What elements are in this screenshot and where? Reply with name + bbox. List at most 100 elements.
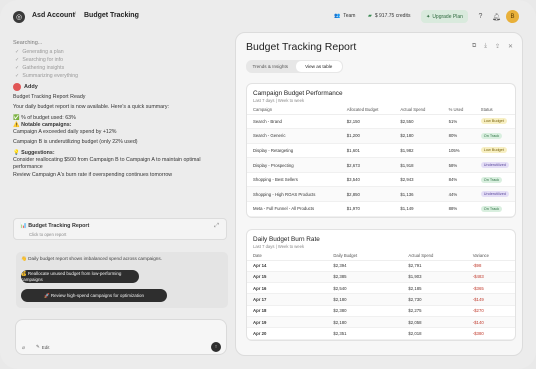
message-composer[interactable]: ⌀ ✎ Edit ↑ bbox=[15, 319, 227, 355]
copy-icon[interactable]: ⧉ bbox=[472, 43, 476, 50]
table-cell: Apr 18 bbox=[247, 305, 328, 317]
campaign-budget-card: Campaign Budget Performance Last 7 days … bbox=[246, 83, 516, 218]
table-cell: $3,540 bbox=[340, 172, 395, 188]
tab-table[interactable]: View as table bbox=[295, 61, 342, 72]
report-card-title: 📊 Budget Tracking Report bbox=[20, 223, 90, 229]
table-cell: $2,540 bbox=[327, 282, 403, 295]
table-cell: -$380 bbox=[466, 327, 515, 340]
table-row[interactable]: Apr 17 $2,180 $2,730 -$149 bbox=[247, 293, 515, 306]
table-row[interactable]: Meta - Full Funnel - All Products $1,970 $… bbox=[247, 201, 515, 217]
workspace-logo-icon[interactable]: ◎ bbox=[13, 11, 25, 23]
table-row[interactable]: Apr 19 $2,180 $2,058 -$140 bbox=[247, 316, 515, 329]
table-cell: $2,351 bbox=[327, 327, 403, 340]
edit-button[interactable]: ✎ Edit bbox=[36, 344, 50, 350]
table-cell: $1,982 bbox=[394, 143, 443, 159]
edit-label: Edit bbox=[41, 344, 50, 350]
column-header[interactable]: Actual Spend bbox=[394, 106, 443, 115]
table-row[interactable]: Apr 16 $2,540 $2,185 -$365 bbox=[247, 282, 515, 295]
status-cell: Low Budget bbox=[474, 143, 515, 159]
column-header[interactable]: Allocated Budget bbox=[340, 106, 395, 115]
table-cell: $2,385 bbox=[327, 271, 403, 284]
credits-label: $ 917.75 credits bbox=[374, 13, 411, 19]
check-icon: ✓ bbox=[15, 49, 20, 55]
top-bar: ◎ Asd Account / Budget Tracking ⌄ 👥 Team… bbox=[0, 0, 536, 34]
table-cell: $2,380 bbox=[327, 305, 403, 317]
table-cell: 58% bbox=[442, 157, 475, 173]
account-name[interactable]: Asd Account bbox=[32, 12, 75, 19]
credits-display[interactable]: ▰ $ 917.75 credits bbox=[368, 13, 410, 19]
tab-trends[interactable]: Trends & Insights bbox=[247, 61, 294, 72]
close-icon[interactable]: ✕ bbox=[508, 43, 513, 50]
status-badge: Underutilized bbox=[480, 191, 509, 198]
status-cell: On Track bbox=[474, 172, 515, 188]
table-row[interactable]: Display - Prospecting $2,673 $1,918 58% Unde… bbox=[247, 157, 515, 173]
table-row[interactable]: Shopping - Best Sellers $3,540 $2,943 84% On… bbox=[247, 172, 515, 188]
table-cell: $2,180 bbox=[394, 128, 443, 144]
send-button[interactable]: ↑ bbox=[211, 342, 221, 352]
table-cell: Apr 17 bbox=[247, 293, 328, 306]
table-cell: $2,018 bbox=[402, 327, 467, 340]
suggestion-button[interactable]: 🚀 Review high-spend campaigns for optimi… bbox=[21, 289, 167, 302]
table-row[interactable]: Apr 15 $2,385 $1,903 -$483 bbox=[247, 271, 515, 284]
table-cell: 88% bbox=[442, 201, 475, 217]
table-cell: 44% bbox=[442, 186, 475, 203]
bell-icon[interactable]: 🔔︎ bbox=[492, 12, 501, 21]
column-header[interactable]: Daily Budget bbox=[327, 252, 403, 261]
column-header[interactable]: Campaign bbox=[247, 106, 341, 115]
team-button[interactable]: 👥 Team bbox=[334, 13, 355, 19]
table-cell: $1,970 bbox=[340, 201, 395, 217]
message-line: Consider reallocating $500 from Campaign… bbox=[13, 157, 201, 171]
status-cell: On Track bbox=[474, 128, 515, 144]
table-cell: -$140 bbox=[466, 316, 515, 329]
column-header[interactable]: Status bbox=[474, 106, 515, 115]
table-cell: $1,200 bbox=[340, 128, 395, 144]
status-item: ✓ Gathering insights bbox=[15, 65, 228, 71]
table-cell: Apr 20 bbox=[247, 327, 328, 340]
upgrade-plan-button[interactable]: ✦ Upgrade Plan bbox=[421, 10, 468, 23]
table-cell: -$365 bbox=[466, 282, 515, 295]
status-badge: Underutilized bbox=[480, 162, 509, 169]
table-row[interactable]: Search - Generic $1,200 $2,180 80% On Track bbox=[247, 128, 515, 144]
table-row[interactable]: Apr 18 $2,380 $2,275 -$270 bbox=[247, 305, 515, 317]
download-icon[interactable]: ⤓ bbox=[484, 43, 487, 50]
table-cell: $1,903 bbox=[402, 271, 467, 284]
suggestion-button[interactable]: 💰 Reallocate unused budget from low-perf… bbox=[21, 270, 139, 283]
credits-icon: ▰ bbox=[368, 13, 372, 19]
help-icon[interactable]: ? bbox=[476, 12, 485, 21]
message-line: Budget Tracking Report Ready bbox=[13, 94, 86, 100]
column-header[interactable]: Actual Spend bbox=[402, 252, 467, 261]
status-cell: Underutilized bbox=[474, 186, 515, 203]
table-cell: $2,185 bbox=[402, 282, 467, 295]
table-cell: $1,149 bbox=[394, 201, 443, 217]
check-icon: ✓ bbox=[15, 73, 20, 79]
agent-header: Addy bbox=[13, 83, 228, 91]
message-heading: ⚠️ Notable campaigns: bbox=[13, 121, 72, 128]
column-header[interactable]: Date bbox=[247, 252, 328, 261]
table-cell: $2,850 bbox=[340, 186, 395, 203]
paperclip-icon[interactable]: ⌀ bbox=[22, 345, 25, 351]
table-row[interactable]: Apr 20 $2,351 $2,018 -$380 bbox=[247, 327, 515, 340]
table-row[interactable]: Apr 14 $2,394 $2,791 -$98 bbox=[247, 260, 515, 272]
column-header[interactable]: % Used bbox=[442, 106, 475, 115]
expand-icon[interactable]: ⤢ bbox=[214, 223, 219, 230]
breadcrumb-page[interactable]: Budget Tracking bbox=[84, 12, 139, 19]
campaign-table: Campaign Allocated Budget Actual Spend %… bbox=[247, 106, 515, 217]
table-cell: Display - Prospecting bbox=[247, 157, 341, 173]
suggestions-panel: 👋 Daily budget report shows imbalanced s… bbox=[16, 252, 228, 308]
suggestion-note: 👋 Daily budget report shows imbalanced s… bbox=[21, 256, 163, 261]
column-header[interactable]: Variance bbox=[466, 252, 515, 261]
view-tabs: Trends & Insights View as table bbox=[246, 60, 343, 73]
table-cell: $1,918 bbox=[394, 157, 443, 173]
status-item-label: Summarizing everything bbox=[22, 73, 79, 79]
avatar[interactable]: B bbox=[506, 10, 519, 23]
table-row[interactable]: Shopping - High ROAS Products $2,850 $1,13… bbox=[247, 186, 515, 203]
chevron-down-icon[interactable]: ⌄ bbox=[133, 12, 138, 19]
table-cell: -$270 bbox=[466, 305, 515, 317]
panel-title: Budget Tracking Report bbox=[246, 41, 357, 53]
report-attachment-card[interactable]: 📊 Budget Tracking Report Click to open r… bbox=[13, 218, 227, 240]
table-cell: $1,136 bbox=[394, 186, 443, 203]
table-row[interactable]: Display - Retargeting $1,601 $1,982 105% Low… bbox=[247, 143, 515, 159]
table-cell: 105% bbox=[442, 143, 475, 159]
table-row[interactable]: Search - Brand $2,150 $2,550 51% Low Budget bbox=[247, 114, 515, 130]
share-icon[interactable]: ⇪ bbox=[495, 43, 500, 50]
